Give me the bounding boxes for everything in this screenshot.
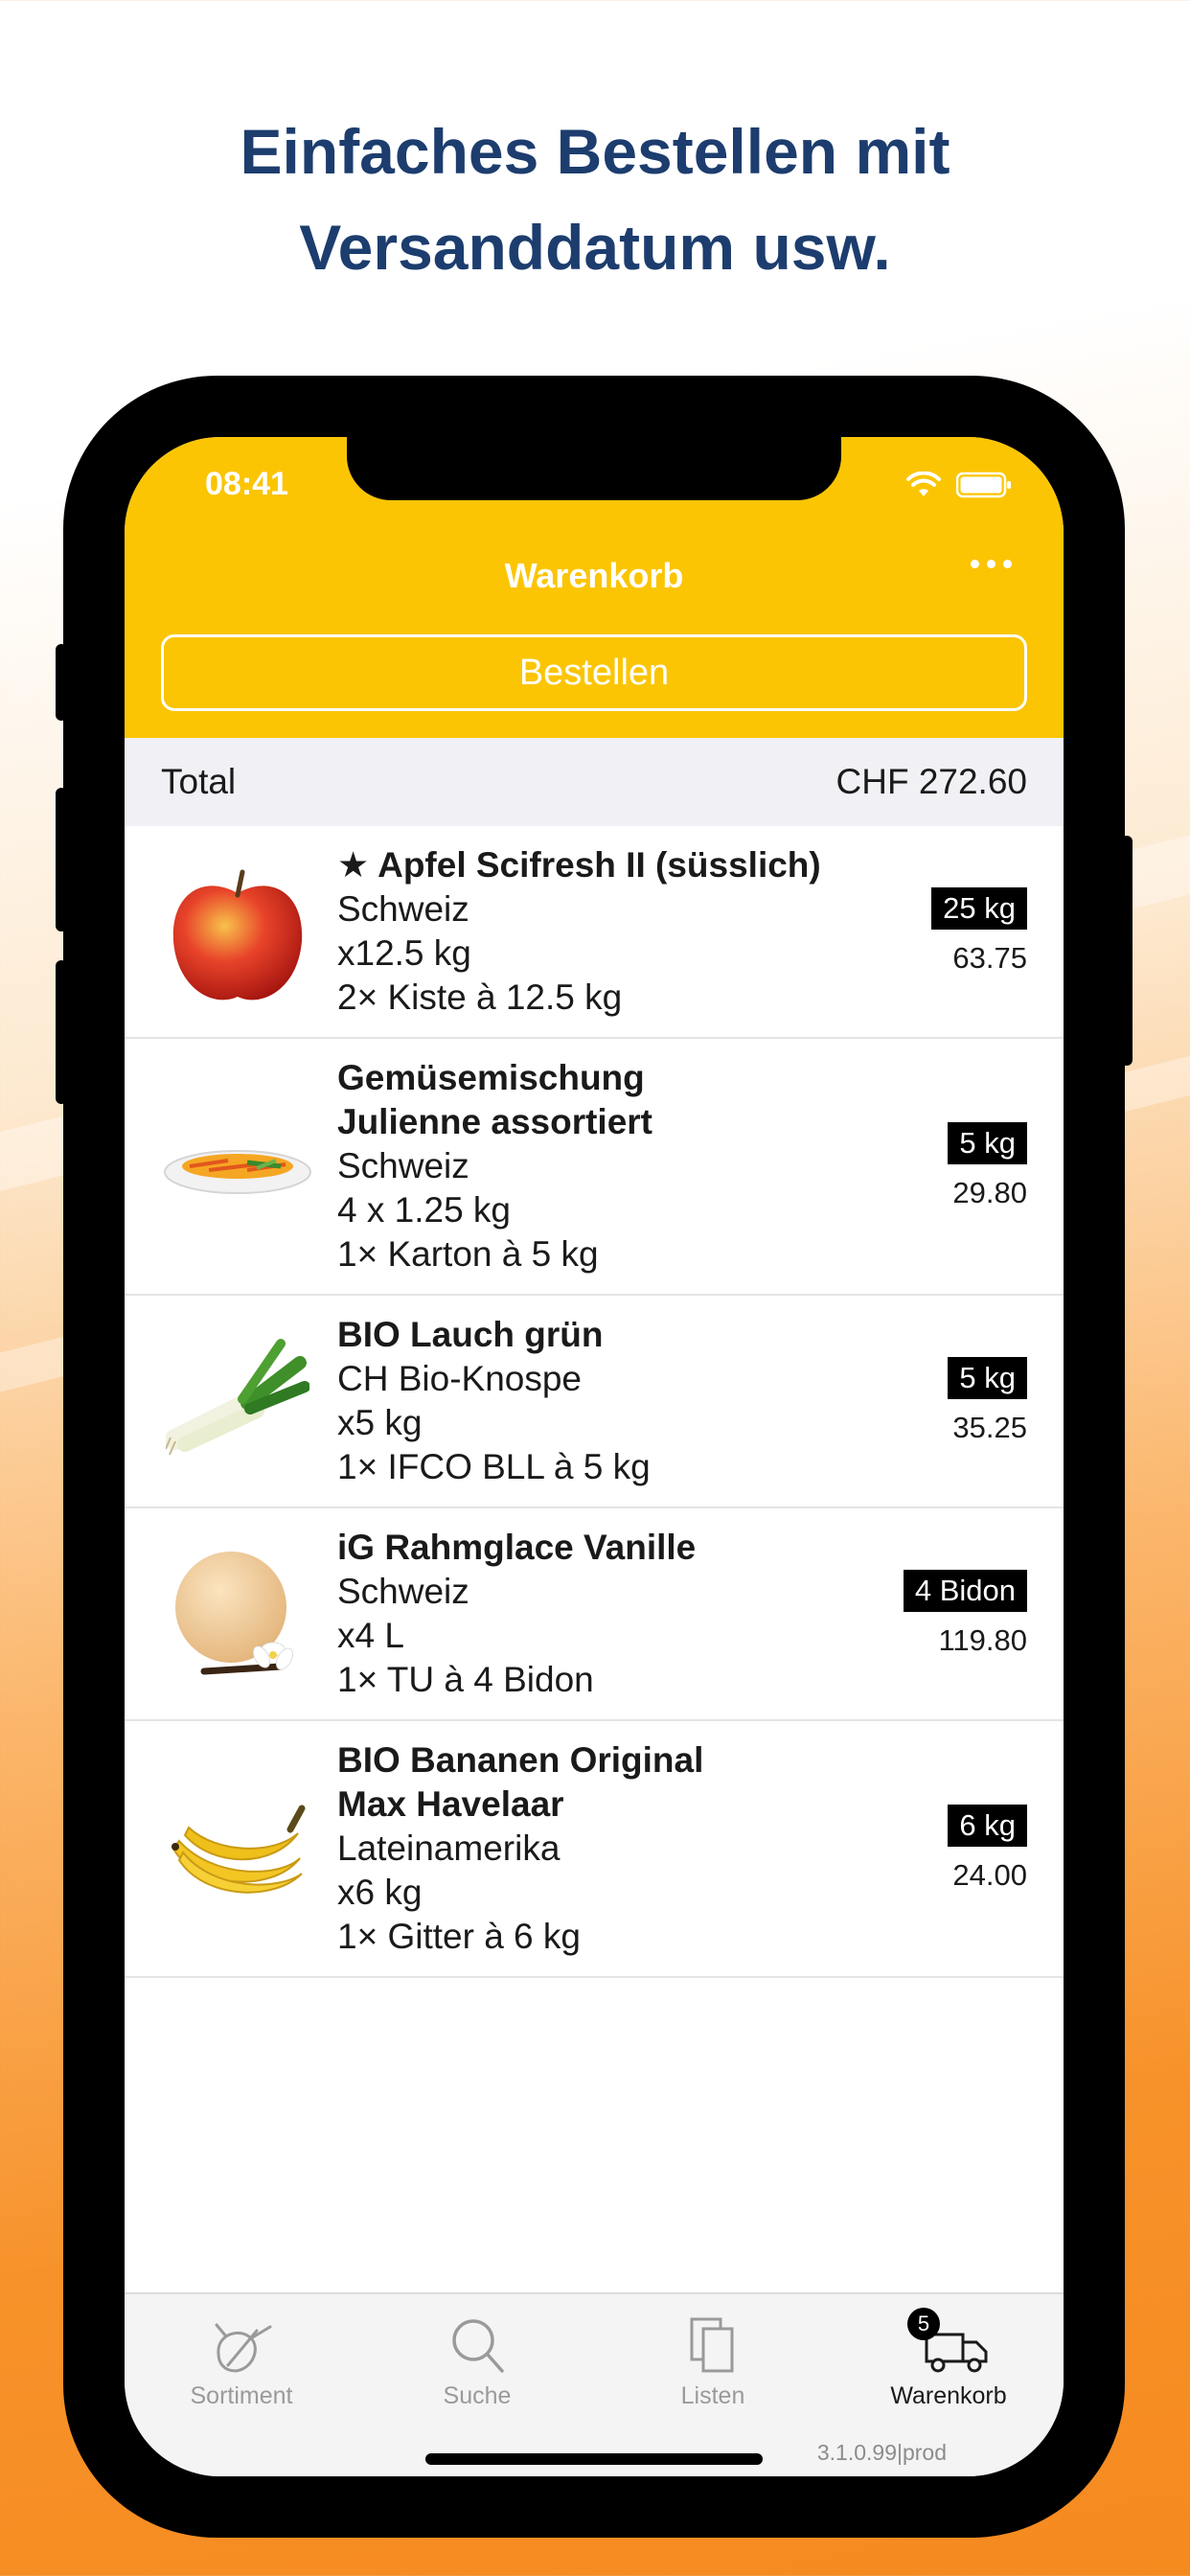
- item-pack: 1× TU à 4 Bidon: [337, 1660, 594, 1699]
- tab-warenkorb[interactable]: 5 Warenkorb: [853, 2308, 1044, 2410]
- item-price: 119.80: [938, 1623, 1027, 1657]
- apple-image: [157, 851, 318, 1012]
- total-label: Total: [161, 762, 237, 801]
- item-price: 24.00: [952, 1858, 1027, 1892]
- tab-sortiment[interactable]: Sortiment: [146, 2308, 337, 2410]
- item-name-line-1: Gemüsemischung: [337, 1058, 645, 1097]
- item-name: ★ Apfel Scifresh II (süsslich): [337, 845, 821, 885]
- item-pack: 2× Kiste à 12.5 kg: [337, 978, 623, 1017]
- tab-label: Listen: [680, 2382, 745, 2409]
- order-button[interactable]: Bestellen: [161, 634, 1027, 711]
- tab-label: Suche: [443, 2382, 512, 2409]
- cart-count-badge: 5: [907, 2308, 940, 2340]
- item-pack: 1× IFCO BLL à 5 kg: [337, 1447, 651, 1486]
- item-summary: 6 kg 24.00: [948, 1805, 1027, 1893]
- item-price: 35.25: [952, 1411, 1027, 1444]
- app-screen: 08:41 Warenkorb Bestellen Total CHF 272.…: [125, 437, 1064, 2476]
- item-price: 63.75: [952, 941, 1027, 975]
- favorite-star-icon: ★: [337, 845, 370, 885]
- item-summary: 25 kg 63.75: [931, 887, 1027, 976]
- cart-item[interactable]: iG Rahmglace Vanille Schweiz x4 L 1× TU …: [125, 1508, 1064, 1721]
- item-name: iG Rahmglace Vanille: [337, 1528, 697, 1567]
- home-indicator[interactable]: [425, 2453, 763, 2465]
- total-bar: Total CHF 272.60: [125, 738, 1064, 826]
- ellipsis-icon[interactable]: [971, 560, 1012, 568]
- item-price: 29.80: [952, 1176, 1027, 1209]
- phone-frame: 08:41 Warenkorb Bestellen Total CHF 272.…: [56, 376, 1133, 2538]
- lists-icon: [688, 2308, 738, 2375]
- delivery-truck-icon: 5: [907, 2308, 990, 2375]
- power-button: [1121, 836, 1133, 1066]
- ice-cream-image: [157, 1533, 318, 1694]
- vegetable-mix-image: [157, 1086, 318, 1247]
- tab-label: Sortiment: [190, 2382, 293, 2409]
- volume-up-button: [56, 788, 67, 932]
- status-icons: [906, 472, 1012, 498]
- tab-suche[interactable]: Suche: [381, 2308, 573, 2410]
- page-title: Warenkorb: [504, 556, 684, 595]
- promo-headline: Einfaches Bestellen mit Versanddatum usw…: [0, 104, 1190, 295]
- produce-icon: [207, 2308, 276, 2375]
- battery-icon: [956, 472, 1011, 498]
- quantity-badge: 6 kg: [948, 1805, 1027, 1847]
- mute-switch: [56, 644, 67, 721]
- tab-label: Warenkorb: [890, 2382, 1007, 2409]
- item-pack: 1× Karton à 5 kg: [337, 1234, 599, 1274]
- bananas-image: [157, 1768, 318, 1929]
- status-time: 08:41: [205, 466, 288, 502]
- item-summary: 4 Bidon 119.80: [903, 1570, 1027, 1658]
- cart-item[interactable]: Gemüsemischung Julienne assortiert Schwe…: [125, 1039, 1064, 1296]
- quantity-badge: 25 kg: [931, 887, 1027, 930]
- item-summary: 5 kg 35.25: [948, 1357, 1027, 1445]
- phone-notch: [347, 437, 841, 500]
- item-name-line-1: BIO Bananen Original: [337, 1740, 704, 1780]
- cart-item[interactable]: BIO Lauch grün CH Bio-Knospe x5 kg 1× IF…: [125, 1296, 1064, 1508]
- headline-line-2: Versanddatum usw.: [299, 212, 891, 283]
- total-value: CHF 272.60: [835, 762, 1028, 801]
- cart-list: ★ Apfel Scifresh II (süsslich) Schweiz x…: [125, 826, 1064, 1978]
- version-label: 3.1.0.99|prod: [816, 2440, 947, 2465]
- cart-item[interactable]: BIO Bananen Original Max Havelaar Latein…: [125, 1721, 1064, 1978]
- tab-listen[interactable]: Listen: [617, 2308, 809, 2410]
- wifi-icon: [906, 472, 941, 496]
- item-name: BIO Lauch grün: [337, 1315, 604, 1354]
- item-summary: 5 kg 29.80: [948, 1122, 1027, 1210]
- quantity-badge: 5 kg: [948, 1357, 1027, 1399]
- search-icon: [448, 2308, 506, 2375]
- volume-down-button: [56, 960, 67, 1104]
- item-pack: 1× Gitter à 6 kg: [337, 1917, 581, 1956]
- quantity-badge: 4 Bidon: [903, 1570, 1027, 1612]
- quantity-badge: 5 kg: [948, 1122, 1027, 1164]
- cart-item[interactable]: ★ Apfel Scifresh II (süsslich) Schweiz x…: [125, 826, 1064, 1039]
- leek-image: [157, 1321, 318, 1482]
- headline-line-1: Einfaches Bestellen mit: [240, 116, 950, 187]
